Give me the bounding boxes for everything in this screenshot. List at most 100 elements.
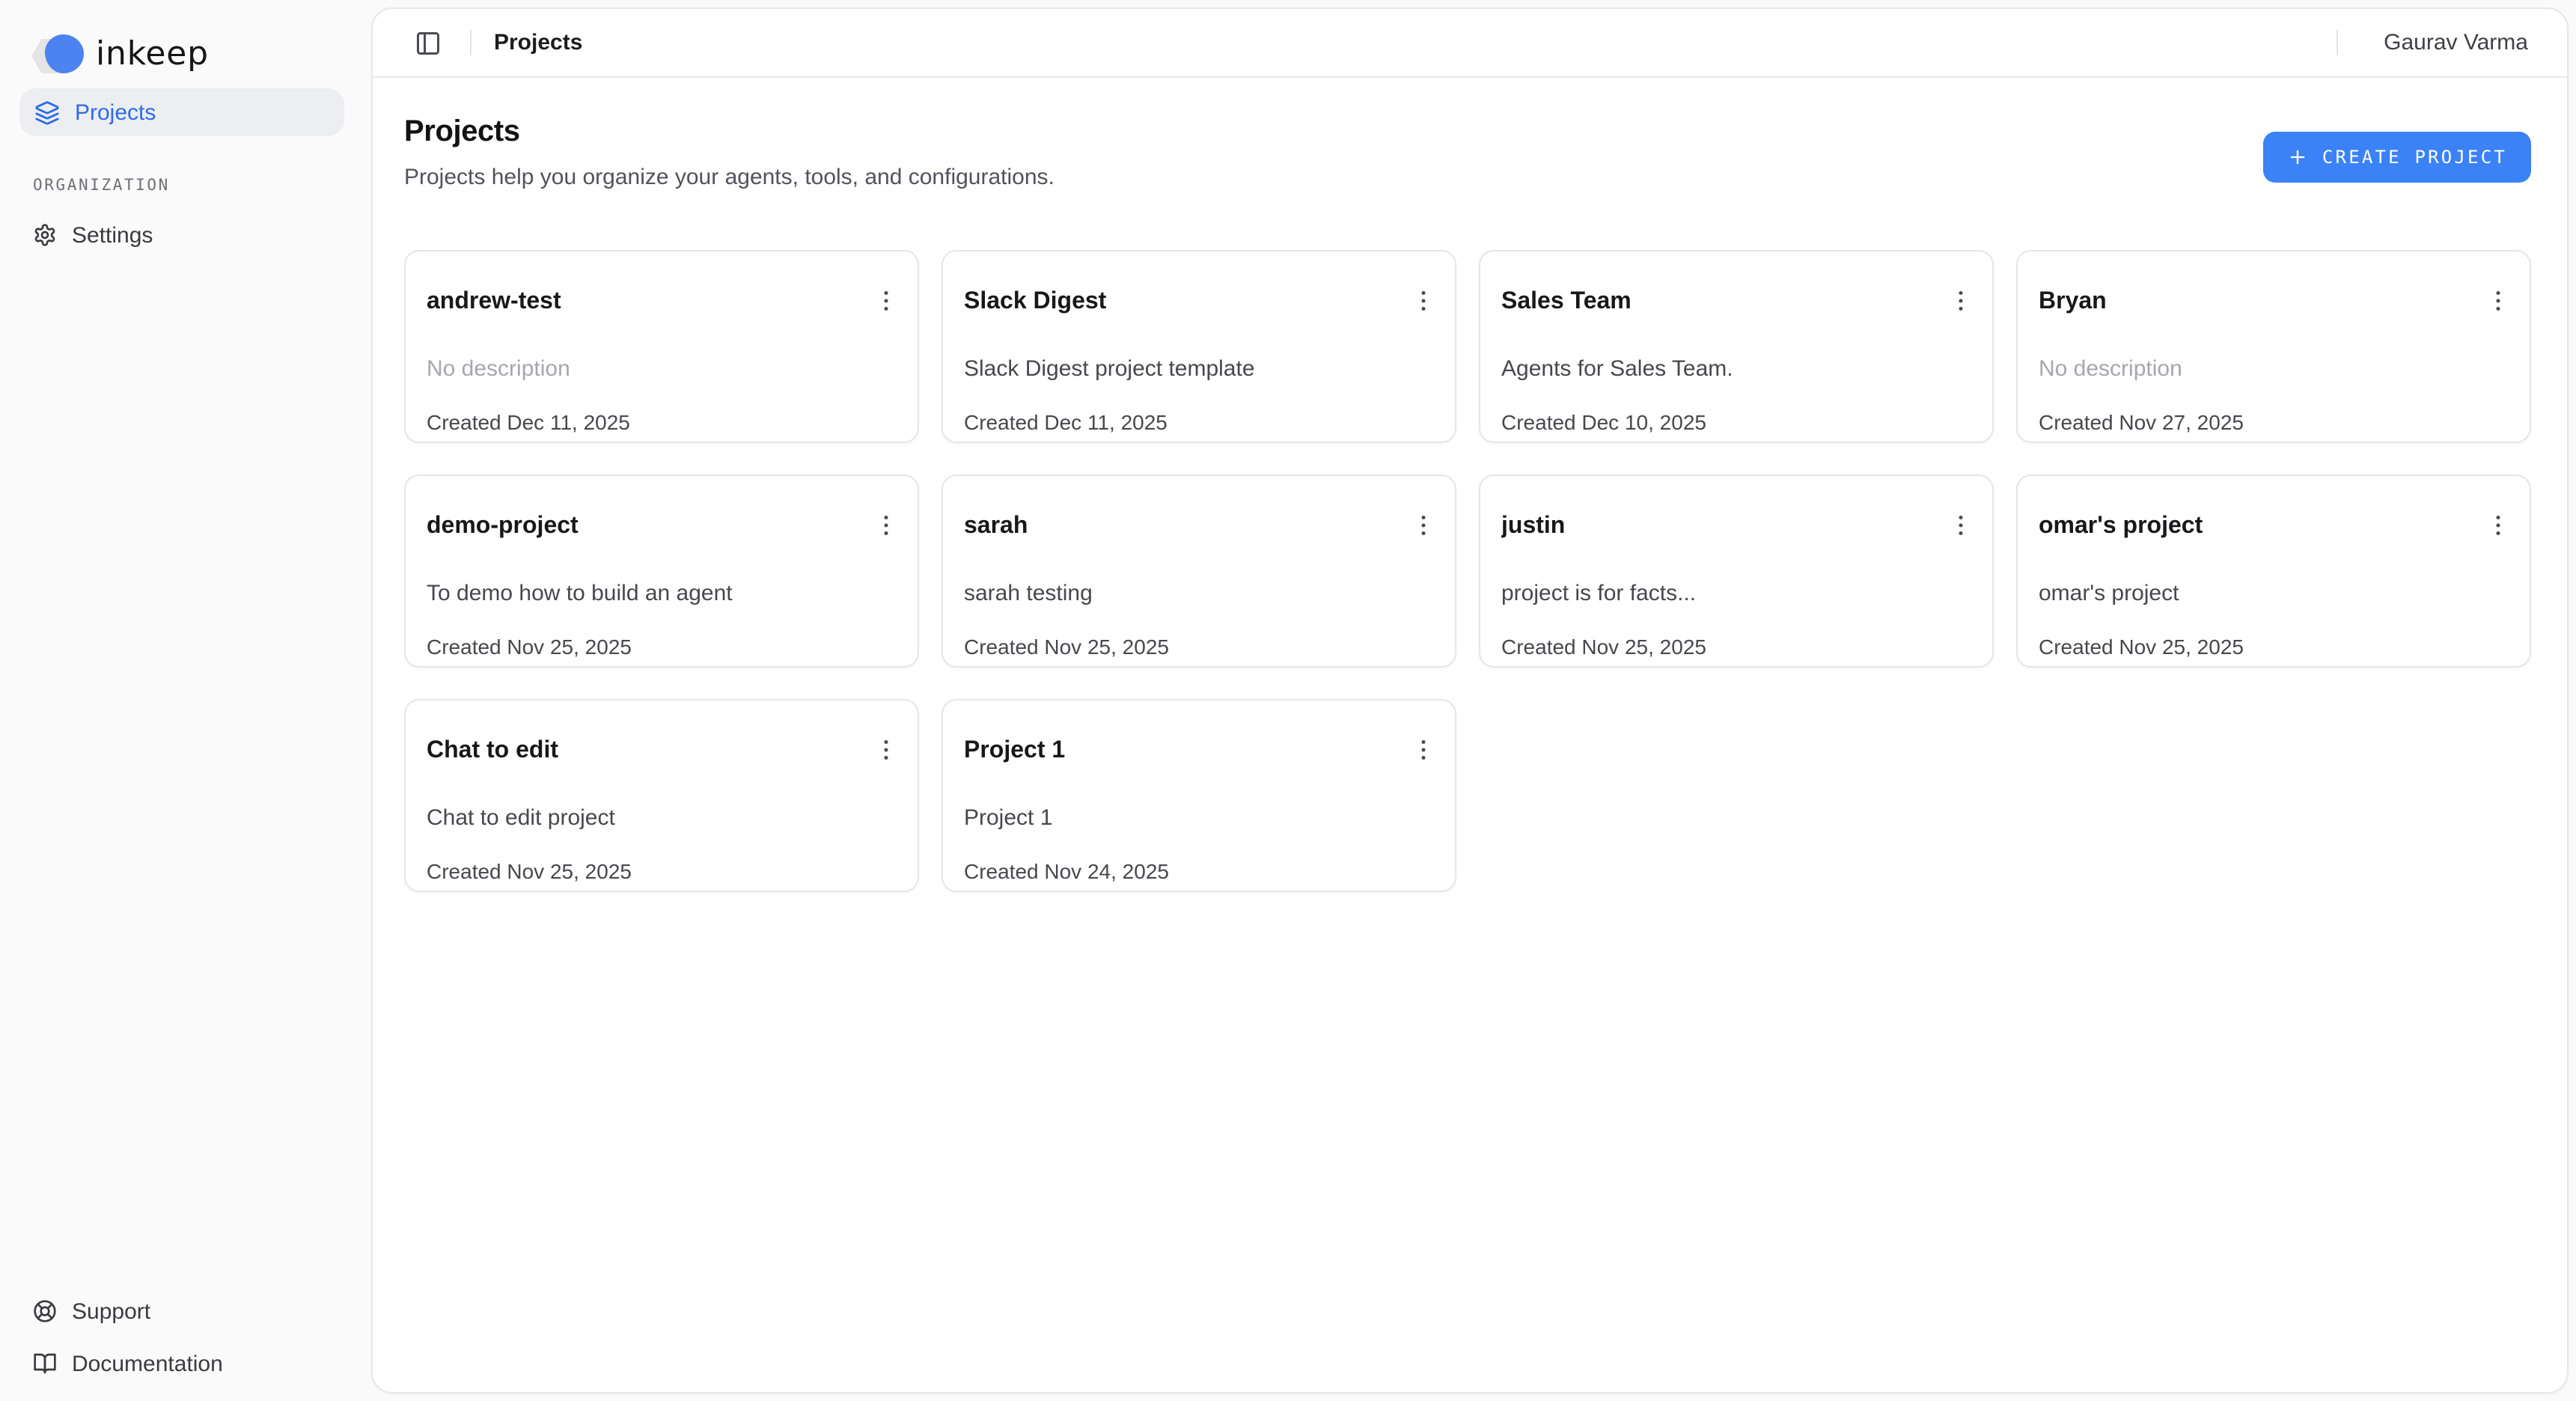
ellipsis-vertical-icon	[873, 512, 900, 539]
project-description: sarah testing	[964, 581, 1395, 608]
topbar-right: Gaurav Varma	[2313, 30, 2528, 55]
project-menu-button[interactable]	[2477, 504, 2519, 546]
project-card[interactable]: justin project is for facts... Created N…	[1479, 474, 1994, 668]
life-buoy-icon	[33, 1299, 57, 1323]
logo-blue-blob	[45, 34, 84, 73]
project-description: Slack Digest project template	[964, 356, 1395, 383]
sidebar-item-label: Documentation	[72, 1351, 223, 1376]
sidebar-footer: Support Documentation	[0, 1289, 371, 1394]
sidebar-item-label: Projects	[75, 100, 156, 125]
project-card[interactable]: Bryan No description Created Nov 27, 202…	[2016, 250, 2531, 443]
main-panel: Projects Gaurav Varma Projects Projects …	[371, 7, 2569, 1394]
project-menu-button[interactable]	[2477, 280, 2519, 322]
project-menu-button[interactable]	[865, 280, 907, 322]
project-name: Sales Team	[1501, 287, 1932, 317]
project-card[interactable]: Chat to edit Chat to edit project Create…	[404, 699, 919, 892]
project-description: To demo how to build an agent	[427, 581, 858, 608]
user-menu[interactable]: Gaurav Varma	[2384, 30, 2528, 55]
layers-icon	[34, 100, 60, 125]
sidebar: inkeep Projects ORGANIZATION Settings Su…	[0, 0, 371, 1401]
project-menu-button[interactable]	[1403, 729, 1444, 771]
project-card[interactable]: andrew-test No description Created Dec 1…	[404, 250, 919, 443]
project-menu-button[interactable]	[865, 729, 907, 771]
project-card[interactable]: sarah sarah testing Created Nov 25, 2025	[941, 474, 1456, 668]
page-header: Projects Projects help you organize your…	[404, 114, 2531, 190]
sidebar-nav: Projects	[19, 88, 344, 136]
ellipsis-vertical-icon	[1947, 512, 1974, 539]
project-description: No description	[427, 356, 858, 383]
project-menu-button[interactable]	[1403, 280, 1444, 322]
project-name: Project 1	[964, 736, 1395, 766]
page-header-text: Projects Projects help you organize your…	[404, 114, 1054, 190]
project-menu-button[interactable]	[865, 504, 907, 546]
project-created-date: Created Nov 27, 2025	[2039, 410, 2470, 434]
sidebar-item-settings[interactable]: Settings	[19, 213, 352, 257]
project-created-date: Created Nov 25, 2025	[2039, 635, 2470, 659]
project-card[interactable]: Slack Digest Slack Digest project templa…	[941, 250, 1456, 443]
topbar-divider	[470, 30, 471, 55]
sidebar-item-label: Settings	[72, 222, 153, 248]
gear-icon	[33, 223, 57, 247]
ellipsis-vertical-icon	[873, 736, 900, 763]
topbar: Projects Gaurav Varma	[373, 9, 2567, 78]
ellipsis-vertical-icon	[1947, 287, 1974, 314]
ellipsis-vertical-icon	[2485, 512, 2512, 539]
panel-left-icon	[415, 29, 442, 56]
project-name: Chat to edit	[427, 736, 858, 766]
sidebar-toggle-button[interactable]	[409, 23, 448, 62]
ellipsis-vertical-icon	[1410, 736, 1437, 763]
sidebar-item-label: Support	[72, 1298, 150, 1324]
project-description: Chat to edit project	[427, 805, 858, 832]
project-description: Agents for Sales Team.	[1501, 356, 1932, 383]
project-description: omar's project	[2039, 581, 2470, 608]
project-created-date: Created Dec 10, 2025	[1501, 410, 1932, 434]
create-project-label: CREATE PROJECT	[2322, 147, 2507, 168]
project-name: andrew-test	[427, 287, 858, 317]
project-created-date: Created Nov 25, 2025	[964, 635, 1395, 659]
project-name: Bryan	[2039, 287, 2470, 317]
sidebar-org-group: Settings	[19, 213, 352, 257]
projects-grid: andrew-test No description Created Dec 1…	[404, 250, 2531, 892]
project-description: No description	[2039, 356, 2470, 383]
project-menu-button[interactable]	[1940, 504, 1982, 546]
project-created-date: Created Nov 25, 2025	[1501, 635, 1932, 659]
sidebar-item-documentation[interactable]: Documentation	[19, 1341, 352, 1386]
project-created-date: Created Nov 24, 2025	[964, 859, 1395, 883]
page-subtitle: Projects help you organize your agents, …	[404, 165, 1054, 190]
project-name: justin	[1501, 512, 1932, 542]
page-title: Projects	[404, 114, 1054, 151]
project-description: project is for facts...	[1501, 581, 1932, 608]
inkeep-logo: inkeep	[0, 33, 371, 78]
project-created-date: Created Nov 25, 2025	[427, 859, 858, 883]
project-name: omar's project	[2039, 512, 2470, 542]
project-name: demo-project	[427, 512, 858, 542]
sidebar-item-projects[interactable]: Projects	[19, 88, 344, 136]
project-card[interactable]: demo-project To demo how to build an age…	[404, 474, 919, 668]
inkeep-logo-icon	[31, 34, 84, 76]
create-project-button[interactable]: CREATE PROJECT	[2264, 132, 2531, 183]
page-content: Projects Projects help you organize your…	[373, 78, 2567, 1392]
project-menu-button[interactable]	[1403, 504, 1444, 546]
project-name: Slack Digest	[964, 287, 1395, 317]
sidebar-section-label: ORGANIZATION	[33, 177, 371, 195]
app-root: inkeep Projects ORGANIZATION Settings Su…	[0, 0, 2576, 1401]
plus-icon	[2288, 147, 2309, 168]
topbar-divider	[2336, 30, 2337, 55]
book-open-icon	[33, 1352, 57, 1376]
project-name: sarah	[964, 512, 1395, 542]
project-created-date: Created Dec 11, 2025	[964, 410, 1395, 434]
brand-wordmark: inkeep	[96, 39, 209, 72]
project-created-date: Created Dec 11, 2025	[427, 410, 858, 434]
project-card[interactable]: Project 1 Project 1 Created Nov 24, 2025	[941, 699, 1456, 892]
project-card[interactable]: Sales Team Agents for Sales Team. Create…	[1479, 250, 1994, 443]
breadcrumb: Projects	[494, 30, 582, 55]
ellipsis-vertical-icon	[1410, 287, 1437, 314]
project-menu-button[interactable]	[1940, 280, 1982, 322]
ellipsis-vertical-icon	[2485, 287, 2512, 314]
project-card[interactable]: omar's project omar's project Created No…	[2016, 474, 2531, 668]
project-created-date: Created Nov 25, 2025	[427, 635, 858, 659]
ellipsis-vertical-icon	[1410, 512, 1437, 539]
sidebar-item-support[interactable]: Support	[19, 1289, 352, 1334]
ellipsis-vertical-icon	[873, 287, 900, 314]
project-description: Project 1	[964, 805, 1395, 832]
